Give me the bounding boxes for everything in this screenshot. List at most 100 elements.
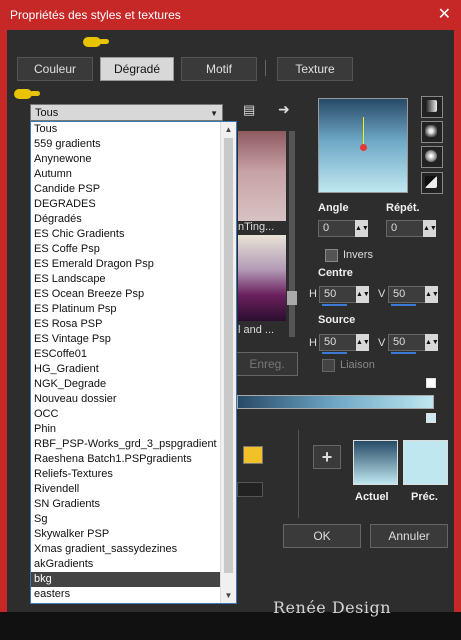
list-item[interactable]: ES Platinum Psp: [31, 302, 236, 317]
list-item[interactable]: Raeshena Batch1.PSPgradients: [31, 452, 236, 467]
arrow-right-icon[interactable]: ➜: [278, 101, 290, 118]
gradient-editor-bar[interactable]: [237, 395, 434, 409]
angle-line: [363, 117, 364, 147]
slider-bar[interactable]: [322, 352, 347, 354]
list-item[interactable]: Anynewone: [31, 152, 236, 167]
linear-style-icon[interactable]: [421, 96, 443, 118]
tab-couleur[interactable]: Couleur: [17, 57, 93, 81]
footer-background: [0, 612, 461, 640]
color-swatch[interactable]: [243, 446, 263, 464]
list-item[interactable]: SN Gradients: [31, 497, 236, 512]
category-dropdown-list[interactable]: Tous 559 gradients Anynewone Autumn Candide …: [30, 121, 237, 604]
swatch-scrollbar[interactable]: [287, 131, 297, 337]
centre-h-spinner[interactable]: 50 ▲▼: [319, 286, 370, 306]
list-item[interactable]: Phin: [31, 422, 236, 437]
spinner-arrows[interactable]: ▲▼: [425, 286, 439, 303]
source-v-label: V: [378, 337, 386, 349]
list-item[interactable]: Candide PSP: [31, 182, 236, 197]
spinner-arrows[interactable]: ▲▼: [423, 220, 437, 237]
gradient-stop-marker[interactable]: [426, 378, 436, 388]
list-item[interactable]: ES Rosa PSP: [31, 317, 236, 332]
gradient-stop-marker[interactable]: [426, 413, 436, 423]
list-item[interactable]: ES Vintage Psp: [31, 332, 236, 347]
list-item[interactable]: RBF_PSP-Works_grd_3_pspgradient: [31, 437, 236, 452]
add-swatch-button[interactable]: +: [313, 445, 341, 469]
swatch-label: nTing...: [238, 221, 275, 233]
list-item[interactable]: HG_Gradient: [31, 362, 236, 377]
repeat-spinner[interactable]: 0 ▲▼: [386, 220, 437, 237]
link-checkbox[interactable]: [322, 359, 335, 372]
centre-label: Centre: [318, 267, 353, 279]
slider-bar[interactable]: [391, 352, 416, 354]
list-item[interactable]: DEGRADES: [31, 197, 236, 212]
list-item[interactable]: ES Coffe Psp: [31, 242, 236, 257]
list-item[interactable]: Rivendell: [31, 482, 236, 497]
repeat-value: 0: [391, 222, 398, 234]
rectangular-style-icon[interactable]: [421, 121, 443, 143]
spinner-arrows[interactable]: ▲▼: [425, 334, 439, 351]
ok-button[interactable]: OK: [283, 524, 361, 548]
previous-label: Préc.: [411, 491, 438, 503]
list-item[interactable]: NGK_Degrade: [31, 377, 236, 392]
list-item[interactable]: Tous: [31, 122, 236, 137]
list-item[interactable]: OCC: [31, 407, 236, 422]
invert-label: Invers: [343, 249, 373, 261]
gradient-swatch[interactable]: [238, 131, 286, 221]
save-button[interactable]: Enreg.: [236, 352, 298, 376]
library-icon[interactable]: ▤: [243, 102, 255, 118]
list-item[interactable]: Xmas gradient_sassydezines: [31, 542, 236, 557]
opacity-field[interactable]: [237, 482, 263, 497]
spinner-arrows[interactable]: ▲▼: [355, 220, 369, 237]
list-item[interactable]: easters: [31, 587, 236, 602]
list-item[interactable]: ES Chic Gradients: [31, 227, 236, 242]
tab-degrade[interactable]: Dégradé: [100, 57, 174, 81]
link-label: Liaison: [340, 359, 375, 371]
divider: [298, 430, 299, 518]
slider-bar[interactable]: [391, 304, 416, 306]
source-v-spinner[interactable]: 50 ▲▼: [388, 334, 439, 354]
list-item[interactable]: ESCoffe01: [31, 347, 236, 362]
spinner-arrows[interactable]: ▲▼: [356, 286, 370, 303]
list-item[interactable]: Reliefs-Textures: [31, 467, 236, 482]
source-h-spinner[interactable]: 50 ▲▼: [319, 334, 370, 354]
scroll-thumb[interactable]: [287, 291, 297, 305]
cancel-button[interactable]: Annuler: [370, 524, 448, 548]
dialog-title: Propriétés des styles et textures: [10, 8, 181, 22]
list-item[interactable]: bkg: [31, 572, 236, 587]
source-h-label: H: [309, 337, 317, 349]
close-icon[interactable]: ✕: [438, 4, 451, 24]
invert-checkbox[interactable]: [325, 249, 338, 262]
slider-bar[interactable]: [322, 304, 347, 306]
source-label: Source: [318, 314, 356, 326]
tab-motif[interactable]: Motif: [181, 57, 257, 81]
list-item[interactable]: ES Landscape: [31, 272, 236, 287]
scroll-thumb[interactable]: [224, 138, 233, 573]
list-item[interactable]: Sg: [31, 512, 236, 527]
gradient-swatch[interactable]: [238, 235, 286, 321]
angle-spinner[interactable]: 0 ▲▼: [318, 220, 369, 237]
list-item[interactable]: Autumn: [31, 167, 236, 182]
radial-style-icon[interactable]: [421, 172, 443, 194]
sunburst-style-icon[interactable]: [421, 146, 443, 168]
list-item[interactable]: Skywalker PSP: [31, 527, 236, 542]
spinner-arrows[interactable]: ▲▼: [356, 334, 370, 351]
source-v-value: 50: [393, 336, 406, 348]
scroll-down-icon[interactable]: ▼: [221, 588, 236, 603]
current-swatch[interactable]: [353, 440, 398, 485]
list-item[interactable]: akGradients: [31, 557, 236, 572]
list-item[interactable]: 559 gradients: [31, 137, 236, 152]
scroll-up-icon[interactable]: ▲: [221, 122, 236, 137]
repeat-label: Répét.: [386, 202, 420, 214]
dropdown-scrollbar[interactable]: ▲ ▼: [220, 122, 236, 603]
previous-swatch[interactable]: [403, 440, 448, 485]
list-item[interactable]: Dégradés: [31, 212, 236, 227]
list-item[interactable]: Nouveau dossier: [31, 392, 236, 407]
category-select[interactable]: Tous ▼: [30, 104, 223, 121]
centre-v-spinner[interactable]: 50 ▲▼: [388, 286, 439, 306]
center-handle[interactable]: [360, 144, 367, 151]
tab-texture[interactable]: Texture: [277, 57, 353, 81]
list-item[interactable]: ES Emerald Dragon Psp: [31, 257, 236, 272]
gradient-preview[interactable]: [318, 98, 408, 193]
list-item[interactable]: ES Ocean Breeze Psp: [31, 287, 236, 302]
swatch-label: l and ...: [238, 324, 275, 336]
